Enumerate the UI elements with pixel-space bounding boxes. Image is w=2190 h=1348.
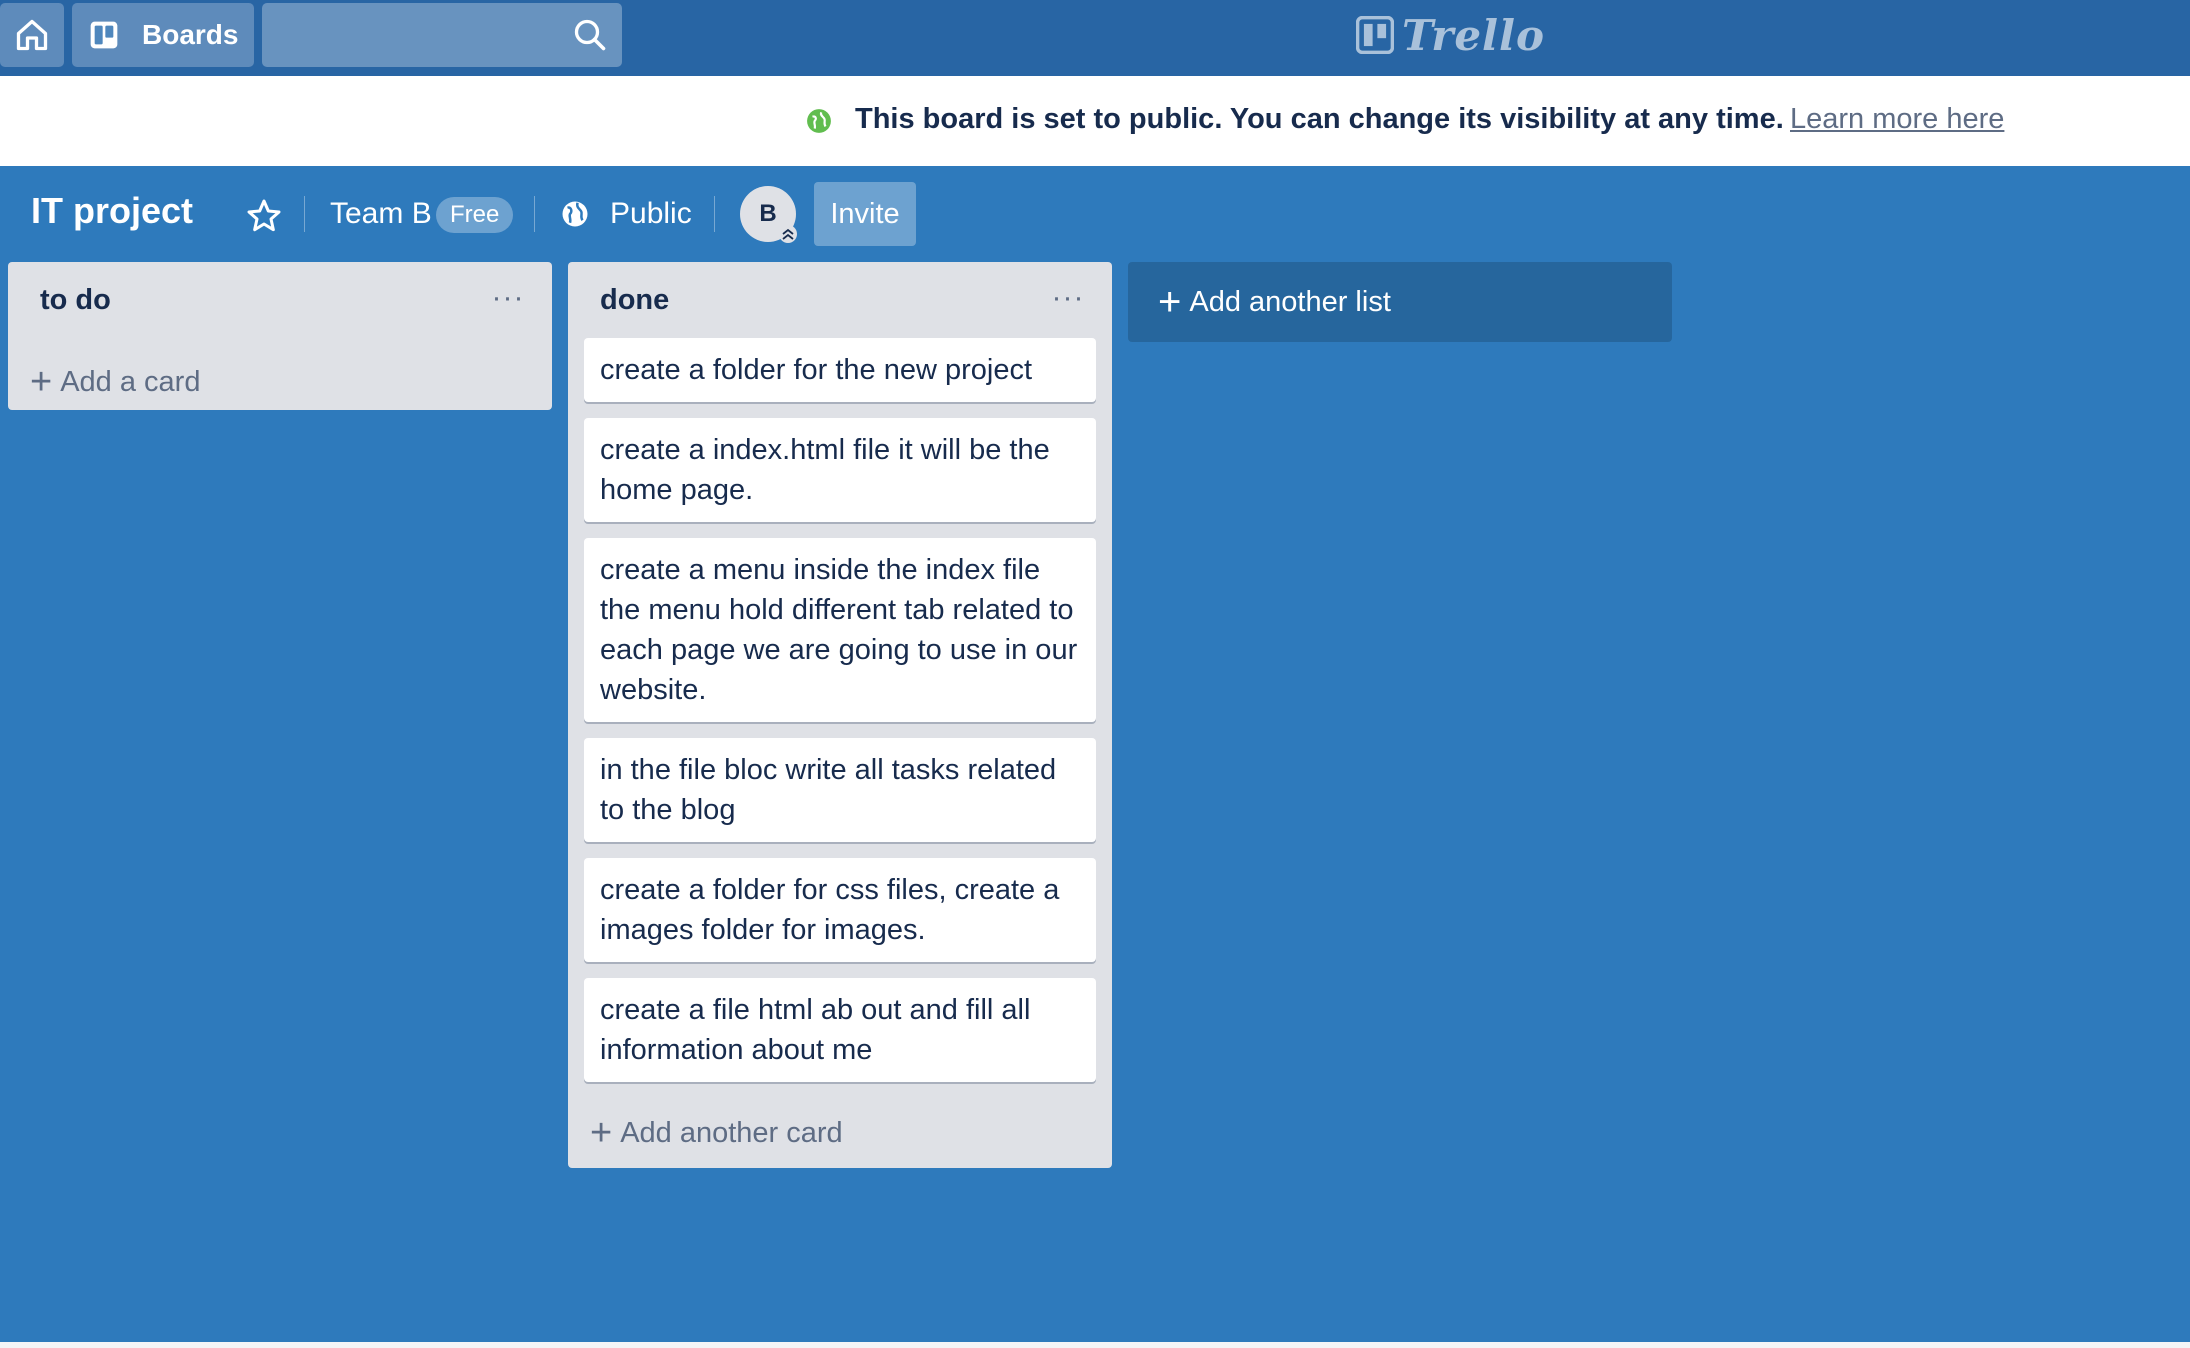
divider: [534, 196, 535, 232]
card[interactable]: create a file html ab out and fill all i…: [584, 978, 1096, 1082]
card-title: create a menu inside the index file the …: [600, 554, 1078, 706]
add-card-button[interactable]: + Add another card: [590, 1107, 843, 1159]
list-todo: to do ··· + Add a card: [8, 262, 552, 410]
card-title: create a index.html file it will be the …: [600, 434, 1050, 506]
divider: [714, 196, 715, 232]
add-list-button[interactable]: + Add another list: [1128, 262, 1672, 342]
board-icon: [90, 21, 118, 49]
globe-icon: [807, 109, 831, 133]
public-banner: This board is set to public. You can cha…: [0, 76, 2190, 166]
board-title[interactable]: IT project: [31, 190, 193, 232]
add-card-label: Add another card: [620, 1116, 843, 1149]
visibility-button[interactable]: Public: [560, 190, 692, 238]
home-icon: [16, 19, 48, 51]
add-card-label: Add a card: [60, 365, 201, 398]
member-avatar[interactable]: B: [740, 186, 797, 243]
learn-more-link[interactable]: Learn more here: [1790, 103, 2004, 136]
avatar-initial: B: [759, 200, 777, 227]
top-header: Boards Trello: [0, 0, 2190, 76]
invite-button[interactable]: Invite: [814, 182, 916, 246]
trello-logo-icon: [1356, 16, 1394, 54]
logo-text: Trello: [1402, 10, 1545, 60]
list-title[interactable]: done: [600, 284, 669, 317]
list-header[interactable]: to do ···: [8, 262, 552, 342]
card[interactable]: create a folder for the new project: [584, 338, 1096, 402]
board-header: IT project Team B Free Public B Invite: [0, 166, 2190, 262]
plus-icon: +: [590, 1112, 613, 1154]
card-title: create a file html ab out and fill all i…: [600, 994, 1031, 1066]
divider: [304, 196, 305, 232]
plan-badge[interactable]: Free: [436, 197, 514, 233]
boards-label: Boards: [142, 19, 239, 50]
card[interactable]: create a index.html file it will be the …: [584, 418, 1096, 522]
plus-icon: +: [1158, 280, 1182, 324]
boards-button[interactable]: Boards: [72, 3, 254, 67]
card-title: create a folder for the new project: [600, 354, 1033, 386]
add-list-label: Add another list: [1189, 285, 1391, 318]
list-title[interactable]: to do: [40, 284, 111, 317]
search-box[interactable]: [262, 3, 622, 67]
bottom-border: [0, 1342, 2190, 1348]
search-input[interactable]: [262, 3, 562, 67]
list-done: done ··· create a folder for the new pro…: [568, 262, 1112, 1168]
globe-icon: [562, 201, 588, 227]
admin-chevron-icon: [779, 225, 797, 243]
star-icon[interactable]: [244, 196, 284, 236]
card-title: in the file bloc write all tasks related…: [600, 754, 1057, 826]
list-header[interactable]: done ···: [568, 262, 1112, 342]
card-title: create a folder for css files, create a …: [600, 874, 1060, 946]
team-name[interactable]: Team B: [330, 197, 432, 231]
plus-icon: +: [30, 361, 53, 403]
add-card-button[interactable]: + Add a card: [30, 356, 200, 408]
search-icon[interactable]: [572, 17, 608, 53]
card[interactable]: create a menu inside the index file the …: [584, 538, 1096, 722]
trello-logo[interactable]: Trello: [1356, 10, 1545, 60]
list-menu-icon[interactable]: ···: [486, 283, 530, 320]
card[interactable]: create a folder for css files, create a …: [584, 858, 1096, 962]
banner-message: This board is set to public. You can cha…: [855, 103, 1784, 135]
card[interactable]: in the file bloc write all tasks related…: [584, 738, 1096, 842]
list-menu-icon[interactable]: ···: [1046, 283, 1090, 320]
visibility-label: Public: [610, 197, 692, 230]
home-button[interactable]: [0, 3, 64, 67]
